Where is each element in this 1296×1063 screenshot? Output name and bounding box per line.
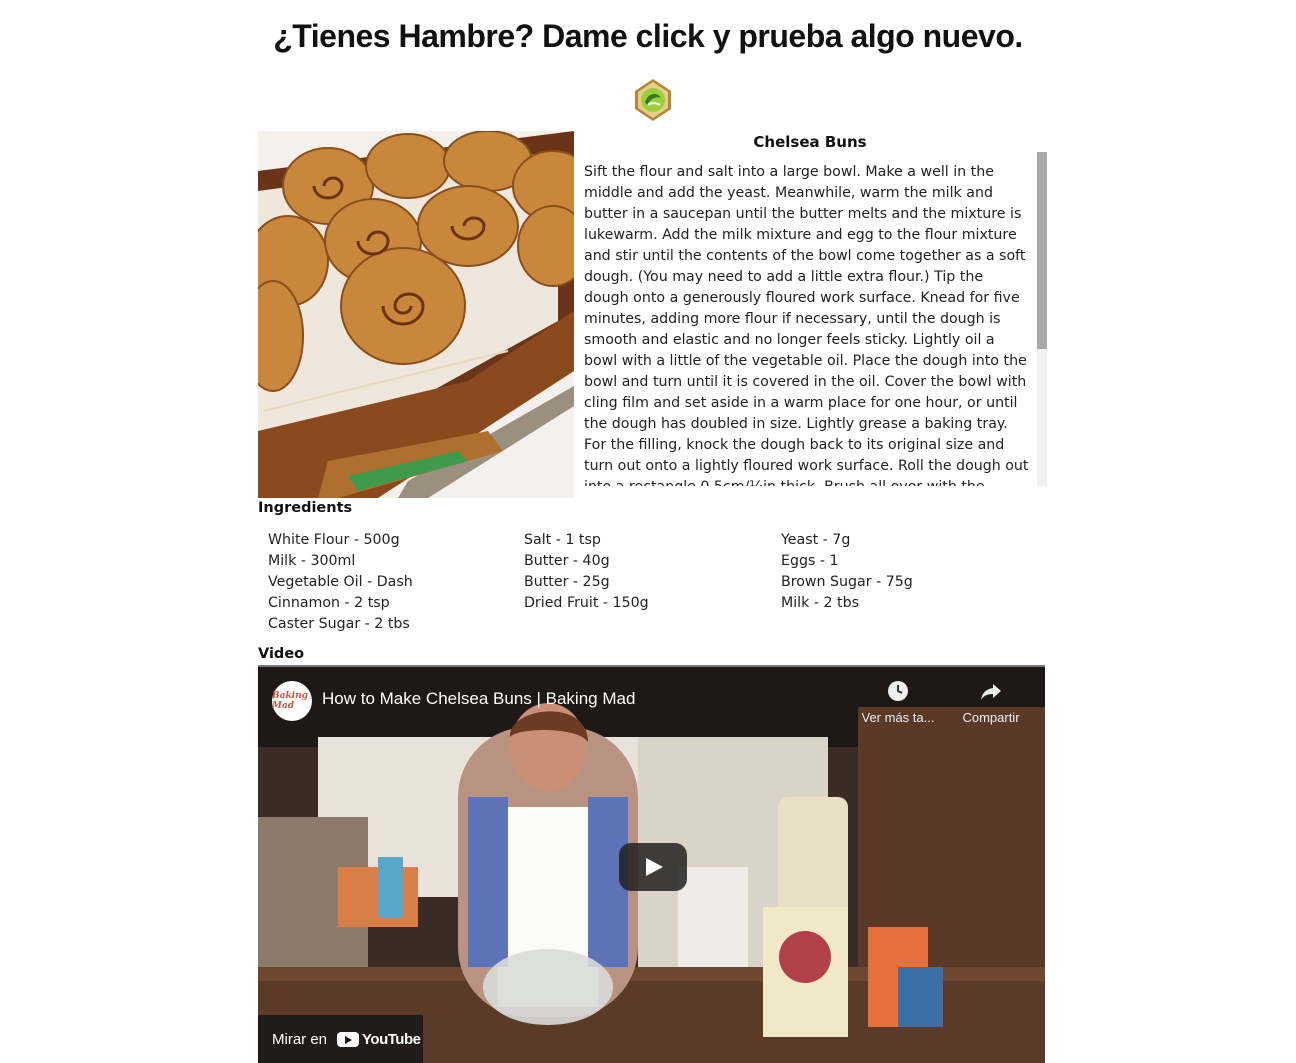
youtube-logo: YouTube xyxy=(337,1031,421,1048)
scrollbar-track[interactable] xyxy=(1037,152,1047,486)
clock-icon xyxy=(888,681,908,701)
youtube-video-player[interactable]: Baking Mad How to Make Chelsea Buns | Ba… xyxy=(258,665,1045,1063)
ingredient-item: Butter - 40g xyxy=(524,553,610,569)
recipe-photo xyxy=(258,131,574,498)
ingredient-item: Caster Sugar - 2 tbs xyxy=(268,616,410,632)
ingredient-item: Salt - 1 tsp xyxy=(524,532,601,548)
video-title-link[interactable]: How to Make Chelsea Buns | Baking Mad xyxy=(322,689,635,709)
ingredient-item: White Flour - 500g xyxy=(268,532,400,548)
watch-on-youtube-button[interactable]: Mirar en YouTube xyxy=(258,1015,423,1063)
channel-avatar[interactable]: Baking Mad xyxy=(272,681,312,721)
food-logo-icon xyxy=(635,79,671,121)
ingredient-item: Dried Fruit - 150g xyxy=(524,595,649,611)
ingredients-column-3: Yeast - 7g Eggs - 1 Brown Sugar - 75g Mi… xyxy=(781,530,913,614)
watch-later-button[interactable]: Ver más ta... xyxy=(853,679,943,725)
scrollbar-thumb[interactable] xyxy=(1037,152,1047,349)
share-label: Compartir xyxy=(962,710,1020,725)
page-heading: ¿Tienes Hambre? Dame click y prueba algo… xyxy=(273,18,1023,54)
watch-on-label: Mirar en xyxy=(272,1030,328,1048)
ingredients-label: Ingredients xyxy=(258,500,353,516)
recipe-title: Chelsea Buns xyxy=(753,133,867,151)
ingredient-item: Cinnamon - 2 tsp xyxy=(268,595,390,611)
ingredient-item: Milk - 300ml xyxy=(268,553,356,569)
video-label: Video xyxy=(258,646,305,662)
share-icon xyxy=(981,684,1001,700)
watch-later-label: Ver más ta... xyxy=(861,710,935,725)
ingredient-item: Butter - 25g xyxy=(524,574,610,590)
instructions-scroll-area[interactable]: Sift the flour and salt into a large bow… xyxy=(575,152,1047,486)
ingredient-item: Brown Sugar - 75g xyxy=(781,574,913,590)
random-recipe-button[interactable] xyxy=(631,78,675,122)
recipe-instructions: Sift the flour and salt into a large bow… xyxy=(584,164,1029,486)
play-button[interactable] xyxy=(619,843,687,891)
youtube-play-icon xyxy=(337,1031,360,1047)
ingredient-item: Vegetable Oil - Dash xyxy=(268,574,413,590)
ingredient-item: Yeast - 7g xyxy=(781,532,851,548)
ingredient-item: Milk - 2 tbs xyxy=(781,595,859,611)
share-button[interactable]: Compartir xyxy=(946,679,1036,725)
ingredients-column-2: Salt - 1 tsp Butter - 40g Butter - 25g D… xyxy=(524,530,649,614)
ingredients-column-1: White Flour - 500g Milk - 300ml Vegetabl… xyxy=(268,530,413,635)
ingredient-item: Eggs - 1 xyxy=(781,553,839,569)
